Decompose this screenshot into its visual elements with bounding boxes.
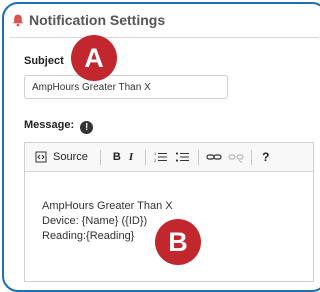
editor-line: AmpHours Greater Than X	[42, 200, 173, 212]
link-icon[interactable]	[206, 151, 222, 163]
svg-text:2: 2	[154, 158, 157, 163]
bold-button[interactable]: B	[113, 151, 121, 163]
numbered-list-icon[interactable]: 12	[153, 151, 169, 163]
message-label-row: Message: !	[24, 119, 94, 134]
source-label: Source	[53, 151, 88, 163]
subject-input[interactable]: AmpHours Greater Than X	[24, 75, 228, 99]
source-button[interactable]: Source	[31, 151, 88, 163]
unlink-icon[interactable]	[228, 151, 244, 163]
editor-toolbar: Source B I 12 ?	[25, 143, 313, 172]
bell-icon	[13, 14, 23, 27]
header-divider	[10, 37, 319, 38]
info-icon[interactable]: !	[80, 121, 94, 134]
callout-badge-b: B	[155, 219, 201, 265]
toolbar-separator	[145, 149, 147, 165]
source-icon	[35, 151, 47, 163]
toolbar-separator	[251, 149, 253, 165]
editor-content[interactable]: AmpHours Greater Than X Device: {Name} (…	[42, 199, 173, 244]
editor-line: Reading:{Reading}	[42, 230, 135, 242]
svg-text:1: 1	[154, 151, 157, 156]
panel-title-text: Notification Settings	[29, 12, 166, 28]
message-label: Message:	[24, 119, 75, 131]
subject-label: Subject	[24, 55, 64, 67]
editor-line: Device: {Name} ({ID})	[42, 215, 148, 227]
toolbar-separator	[198, 149, 200, 165]
toolbar-separator	[99, 149, 101, 165]
italic-button[interactable]: I	[129, 151, 133, 163]
help-button[interactable]: ?	[262, 150, 269, 164]
callout-badge-a: A	[71, 35, 117, 81]
bulleted-list-icon[interactable]	[175, 151, 191, 163]
panel-title: Notification Settings	[11, 12, 165, 28]
